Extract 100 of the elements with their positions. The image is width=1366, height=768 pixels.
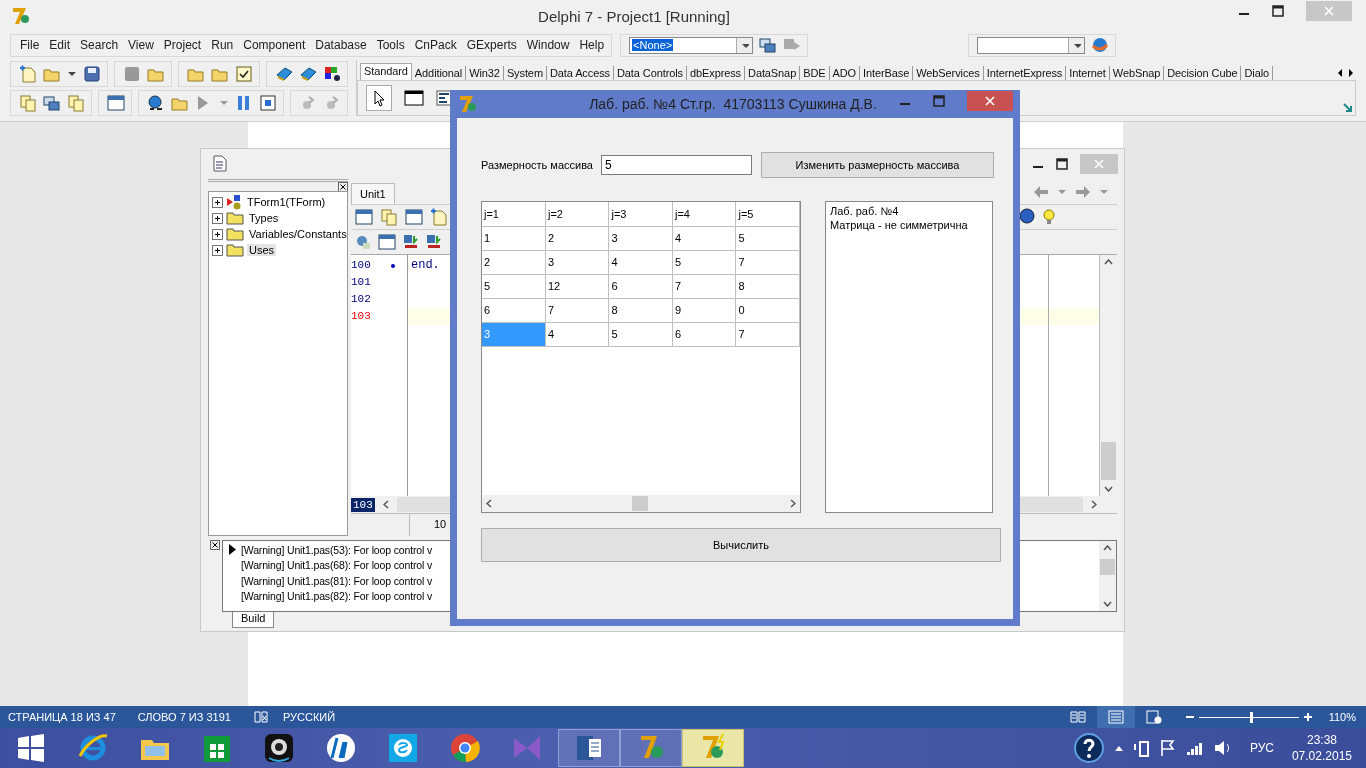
menu-item[interactable]: Run [210, 38, 235, 52]
memo-field[interactable]: Лаб. раб. №4 Матрица - не симметрична [825, 201, 993, 513]
maximize-icon[interactable] [1272, 5, 1284, 17]
menu-item[interactable]: View [127, 38, 155, 52]
grid-cell[interactable]: 8 [736, 274, 800, 298]
palette-tab[interactable]: WebServices [913, 66, 984, 80]
menu-item[interactable]: GExperts [465, 38, 518, 52]
input-language[interactable]: РУС [1249, 741, 1274, 755]
grid-cell[interactable]: 5 [609, 322, 673, 346]
window-icon[interactable] [107, 94, 125, 112]
expand-icon[interactable] [212, 228, 223, 240]
message-tab[interactable]: Build [232, 612, 275, 628]
new-file-icon[interactable] [19, 65, 37, 83]
grid-cell[interactable]: 2 [482, 250, 546, 274]
up-arrow-icon[interactable] [1113, 744, 1124, 752]
windows-icon[interactable] [43, 94, 61, 112]
expand-icon[interactable] [212, 212, 223, 224]
scroll-right-icon[interactable] [790, 499, 796, 508]
compute-button[interactable]: Вычислить [481, 528, 1001, 562]
menu-item[interactable]: Project [162, 38, 203, 52]
palette-tab[interactable]: Win32 [466, 66, 504, 80]
stop-icon[interactable] [259, 94, 277, 112]
book-icon[interactable] [275, 65, 293, 83]
grid-cell[interactable]: 12 [545, 274, 609, 298]
grid-cell[interactable]: 6 [482, 298, 546, 322]
palette-tab[interactable]: System [503, 66, 547, 80]
tree-item[interactable]: Variables/Constants [247, 228, 349, 240]
pages-icon[interactable] [380, 208, 398, 226]
help-icon[interactable] [1073, 733, 1104, 763]
close-icon[interactable] [210, 540, 220, 550]
palette-tab[interactable]: InternetExpress [983, 66, 1067, 80]
palette-tab[interactable]: DataSnap [745, 66, 801, 80]
desktop-combo[interactable] [977, 36, 1085, 54]
palette-tab[interactable]: WebSnap [1109, 66, 1165, 80]
scroll-thumb[interactable] [632, 496, 648, 511]
clock-date[interactable]: 07.02.2015 [1291, 748, 1352, 764]
close-button[interactable] [967, 90, 1013, 111]
menu-item[interactable]: Help [578, 38, 606, 52]
message-line[interactable]: [Warning] Unit1.pas(68): For loop control v [241, 559, 432, 572]
scroll-down-icon[interactable] [1104, 486, 1113, 492]
grid-cell[interactable]: 4 [609, 250, 673, 274]
menu-item[interactable]: Tools [375, 38, 406, 52]
palette-tab[interactable]: Data Controls [614, 66, 687, 80]
speaker-icon[interactable] [1213, 740, 1232, 756]
interface-icon[interactable] [403, 234, 419, 250]
menu-item[interactable]: File [19, 38, 41, 52]
grid-cell[interactable]: 6 [609, 274, 673, 298]
view-button[interactable] [1096, 706, 1135, 728]
expand-icon[interactable] [212, 196, 223, 208]
grid-cell[interactable]: 7 [672, 274, 736, 298]
signal-icon[interactable] [1185, 740, 1204, 756]
grid-cell[interactable]: 1 [482, 226, 546, 250]
menu-item[interactable]: Component [242, 38, 307, 52]
circle-icon[interactable] [1019, 208, 1035, 224]
grid-cell[interactable]: 4 [545, 322, 609, 346]
grid-cell[interactable]: 3 [609, 226, 673, 250]
palette-tab[interactable]: Standard [360, 63, 412, 80]
grid-cell[interactable]: 6 [672, 322, 736, 346]
tree-item[interactable]: Uses [247, 244, 277, 256]
pages-icon[interactable] [67, 94, 85, 112]
palette-tab[interactable]: Dialo [1241, 66, 1274, 80]
palette-tab[interactable]: Data Access [546, 66, 614, 80]
scroll-right-icon[interactable] [1346, 66, 1356, 80]
grid-cell[interactable]: 3 [545, 250, 609, 274]
scroll-thumb[interactable] [1100, 559, 1115, 575]
scroll-left-icon[interactable] [382, 500, 389, 509]
expand-icon[interactable] [212, 244, 223, 256]
grid-cell[interactable]: 8 [609, 298, 673, 322]
plus-icon[interactable] [1302, 712, 1313, 722]
palette-tab[interactable]: dbExpress [686, 66, 746, 80]
grid-cell[interactable]: 7 [545, 298, 609, 322]
grid-cell[interactable]: 7 [736, 322, 800, 346]
menu-item[interactable]: Window [525, 38, 571, 52]
palette-tab[interactable]: Additional [411, 66, 467, 80]
resize-button[interactable]: Изменить размерность массива [761, 152, 994, 178]
palette-tab[interactable]: InterBase [860, 66, 914, 80]
zoom-percent[interactable]: 110% [1328, 711, 1356, 723]
book-icon[interactable] [299, 65, 317, 83]
maximize-icon[interactable] [1056, 158, 1068, 170]
menu-item[interactable]: Search [79, 38, 120, 52]
toolbox-icon[interactable] [355, 234, 371, 250]
new-file-icon[interactable] [430, 208, 448, 226]
scroll-up-icon[interactable] [1104, 259, 1113, 265]
scroll-thumb[interactable] [1101, 442, 1116, 480]
sphere-icon[interactable] [1091, 36, 1109, 54]
window-icon[interactable] [355, 208, 373, 226]
shapes-icon[interactable] [323, 65, 341, 83]
scroll-right-icon[interactable] [1091, 500, 1097, 509]
flag-icon[interactable] [1159, 739, 1176, 757]
language-label[interactable]: РУССКИЙ [282, 711, 336, 723]
scroll-up-icon[interactable] [1103, 545, 1112, 551]
grid-cell[interactable]: 5 [736, 226, 800, 250]
message-line[interactable]: [Warning] Unit1.pas(81): For loop control v [241, 574, 432, 587]
palette-tab[interactable]: BDE [800, 66, 830, 80]
menu-item[interactable]: Database [314, 38, 368, 52]
scroll-left-icon[interactable] [486, 499, 492, 508]
bulb-icon[interactable] [1041, 208, 1057, 226]
book-check-icon[interactable] [252, 710, 269, 724]
tree-item[interactable]: Types [247, 212, 281, 224]
grid-cell[interactable]: 5 [482, 274, 546, 298]
